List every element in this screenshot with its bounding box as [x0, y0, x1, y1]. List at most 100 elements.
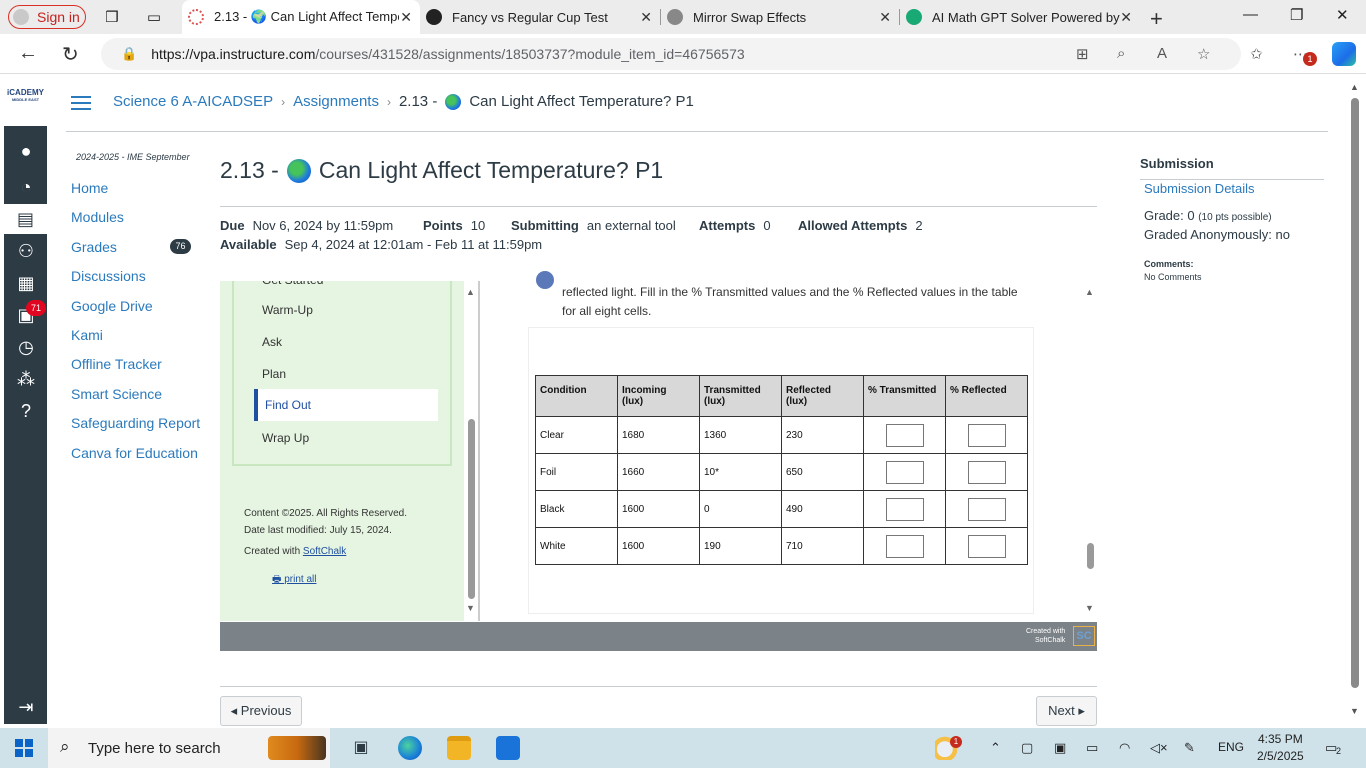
lesson-item-wrap-up[interactable]: Wrap Up: [262, 431, 309, 445]
account-icon[interactable]: ●: [13, 138, 39, 164]
previous-button[interactable]: ◂ Previous: [220, 696, 302, 726]
course-nav-smart-science[interactable]: Smart Science: [71, 386, 162, 402]
table-row: Clear 1680 1360 230: [535, 416, 1028, 454]
tab-actions-icon[interactable]: ▭: [144, 7, 164, 27]
pen-icon[interactable]: ✎: [1184, 740, 1195, 756]
close-tab-icon[interactable]: ✕: [400, 9, 412, 26]
edge-browser-icon[interactable]: [398, 736, 422, 760]
pct-reflected-input[interactable]: [967, 460, 1006, 484]
pct-transmitted-input[interactable]: [885, 497, 924, 521]
refresh-icon[interactable]: ↻: [62, 42, 79, 67]
page-scrollbar[interactable]: ▲ ▼: [1348, 80, 1362, 724]
course-nav-google-drive[interactable]: Google Drive: [71, 298, 153, 314]
pct-reflected-input[interactable]: [967, 497, 1006, 521]
mail-icon[interactable]: [496, 736, 520, 760]
copilot-icon[interactable]: [1332, 42, 1356, 66]
content-scrollbar[interactable]: ▲ ▼: [1083, 281, 1097, 621]
pct-reflected-input[interactable]: [967, 534, 1006, 558]
file-explorer-icon[interactable]: [447, 736, 471, 760]
header-condition: Condition: [535, 375, 618, 417]
course-nav-discussions[interactable]: Discussions: [71, 268, 146, 284]
butterfly-widget-icon[interactable]: [268, 736, 326, 760]
show-hidden-icons-icon[interactable]: ⌃: [990, 740, 1001, 756]
pct-transmitted-input[interactable]: [885, 460, 924, 484]
next-button[interactable]: Next ▸: [1036, 696, 1097, 726]
url-path: /courses/431528/assignments/18503737?mod…: [315, 46, 745, 62]
print-all-link[interactable]: 🖶 print all: [272, 572, 316, 589]
lesson-item-warm-up[interactable]: Warm-Up: [262, 303, 313, 317]
course-nav-offline-tracker[interactable]: Offline Tracker: [71, 356, 162, 372]
submission-details-link[interactable]: Submission Details: [1144, 181, 1255, 196]
browser-tab-strip: Sign in ❒ ▭ 2.13 - 🌍 Can Light Affect Te…: [0, 0, 1366, 34]
softchalk-footer: Created with SoftChalk SC: [220, 622, 1097, 651]
grades-badge: 76: [170, 239, 191, 254]
tab-ai-math[interactable]: AI Math GPT Solver Powered by G ✕: [900, 0, 1140, 34]
tab-fancy-cup[interactable]: Fancy vs Regular Cup Test ✕: [420, 0, 660, 34]
sign-in-button[interactable]: Sign in: [8, 5, 86, 29]
new-tab-icon[interactable]: +: [1150, 6, 1163, 32]
chevron-right-icon: ›: [386, 94, 391, 109]
close-window-icon[interactable]: ✕: [1336, 6, 1349, 24]
back-icon[interactable]: ←: [18, 42, 38, 65]
course-nav-modules[interactable]: Modules: [71, 209, 124, 225]
lesson-item-ask[interactable]: Ask: [262, 335, 282, 349]
windows-taskbar: ⌕ Type here to search ▣ 1 ⌃ ▢ ▣ ▭ ◠ ◁× ✎…: [0, 728, 1366, 768]
favorites-icon[interactable]: ✩: [1250, 45, 1263, 63]
volume-muted-icon[interactable]: ◁×: [1150, 740, 1168, 756]
dashboard-icon[interactable]: ◔: [13, 174, 39, 200]
courses-icon[interactable]: ▤: [4, 204, 47, 234]
softchalk-credit: Created with SoftChalk: [1026, 628, 1066, 644]
close-tab-icon[interactable]: ✕: [1120, 9, 1132, 26]
url-input[interactable]: 🔒 https://vpa.instructure.com/courses/43…: [101, 38, 1241, 70]
print-all-label: print all: [284, 574, 317, 585]
lesson-item-get-started[interactable]: Get Started: [262, 281, 323, 287]
zoom-icon[interactable]: ⌕: [1117, 45, 1125, 62]
close-tab-icon[interactable]: ✕: [640, 9, 652, 26]
collapse-nav-icon[interactable]: ⇥: [13, 694, 39, 720]
course-nav-canva[interactable]: Canva for Education: [71, 445, 198, 461]
lesson-item-plan[interactable]: Plan: [262, 367, 286, 381]
tab-mirror-swap[interactable]: Mirror Swap Effects ✕: [661, 0, 899, 34]
breadcrumb-assignments[interactable]: Assignments: [293, 93, 379, 110]
restore-icon[interactable]: ❐: [1290, 6, 1303, 24]
task-view-icon[interactable]: ▣: [349, 736, 373, 760]
softchalk-link[interactable]: SoftChalk: [303, 546, 346, 557]
lesson-item-find-out[interactable]: Find Out: [254, 389, 438, 421]
instruction-text: reflected light. Fill in the % Transmitt…: [562, 285, 1018, 318]
windows-start-icon[interactable]: [15, 739, 33, 757]
clock[interactable]: 4:35 PM 2/5/2025: [1257, 731, 1304, 765]
close-tab-icon[interactable]: ✕: [879, 9, 891, 26]
battery-icon[interactable]: ▭: [1086, 740, 1098, 756]
lesson-scrollbar[interactable]: ▲ ▼: [464, 281, 478, 621]
minimize-icon[interactable]: —: [1243, 6, 1258, 23]
pct-reflected-input[interactable]: [967, 423, 1006, 447]
header-transmitted: Transmitted (lux): [699, 375, 782, 417]
app-available-icon[interactable]: ⊞: [1076, 45, 1089, 63]
commons-icon[interactable]: ⁂: [13, 366, 39, 392]
external-tool-frame: Get Started Warm-Up Ask Plan Find Out Wr…: [220, 271, 1097, 651]
screen-record-icon[interactable]: ▣: [1054, 740, 1066, 756]
history-icon[interactable]: ◷: [13, 334, 39, 360]
read-aloud-icon[interactable]: A: [1157, 45, 1167, 62]
favorite-star-icon[interactable]: ☆: [1197, 45, 1210, 63]
pct-transmitted-input[interactable]: [885, 423, 924, 447]
calendar-icon[interactable]: ▦: [13, 270, 39, 296]
notification-badge: 1: [1303, 52, 1317, 66]
course-nav-kami[interactable]: Kami: [71, 327, 103, 343]
course-nav-safeguarding[interactable]: Safeguarding Report: [71, 415, 200, 431]
language-indicator[interactable]: ENG: [1218, 740, 1244, 754]
tab-canvas-assignment[interactable]: 2.13 - 🌍 Can Light Affect Tempe ✕: [182, 0, 420, 34]
meet-now-icon[interactable]: ▢: [1021, 740, 1033, 756]
comments-label: Comments:: [1144, 259, 1194, 269]
breadcrumb-course[interactable]: Science 6 A-AICADSEP: [113, 93, 273, 110]
groups-icon[interactable]: ⚇: [13, 238, 39, 264]
course-nav-grades[interactable]: Grades: [71, 239, 117, 255]
course-menu-toggle-icon[interactable]: [71, 96, 91, 110]
breadcrumb-current-prefix: 2.13 -: [398, 93, 438, 110]
pct-transmitted-input[interactable]: [885, 534, 924, 558]
help-icon[interactable]: ?: [13, 398, 39, 424]
school-logo[interactable]: iCADEMY MIDDLE EAST: [4, 76, 47, 126]
network-icon[interactable]: ◠: [1119, 740, 1130, 756]
workspaces-icon[interactable]: ❒: [102, 7, 122, 27]
course-nav-home[interactable]: Home: [71, 180, 108, 196]
